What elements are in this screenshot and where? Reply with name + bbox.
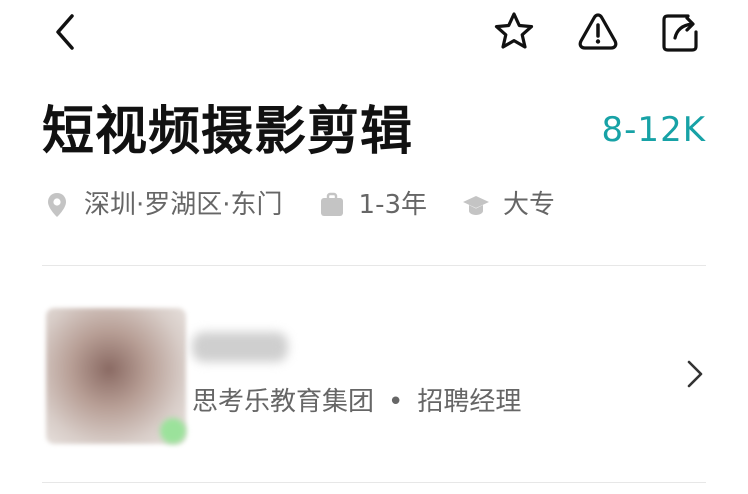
share-icon — [662, 14, 698, 52]
job-title: 短视频摄影剪辑 — [42, 102, 414, 162]
back-button[interactable] — [42, 8, 90, 56]
chevron-right-icon — [687, 360, 703, 388]
recruiter-company-line: 思考乐教育集团 • 招聘经理 — [192, 384, 521, 420]
salary-range: 8-12K — [601, 110, 706, 150]
top-nav — [0, 0, 748, 66]
meta-education: 大专 — [461, 182, 555, 228]
location-text: 深圳·罗湖区·东门 — [84, 190, 283, 220]
recruiter-name-blurred — [192, 332, 288, 362]
divider — [42, 265, 706, 266]
education-text: 大专 — [503, 190, 556, 220]
recruiter-role: 招聘经理 — [417, 387, 522, 417]
location-icon — [42, 190, 72, 220]
back-arrow-icon — [56, 14, 74, 50]
report-button[interactable] — [574, 8, 622, 56]
graduation-cap-icon — [461, 190, 491, 220]
meta-experience: 1-3年 — [317, 182, 427, 228]
favorite-button[interactable] — [490, 8, 538, 56]
job-detail-page: 短视频摄影剪辑 8-12K 深圳·罗湖区·东门 1-3年 大专 思考乐教育集团 • — [0, 0, 748, 494]
briefcase-icon — [317, 190, 347, 220]
star-icon — [494, 12, 534, 49]
share-button[interactable] — [656, 8, 704, 56]
recruiter-card[interactable]: 思考乐教育集团 • 招聘经理 — [42, 290, 706, 460]
meta-location: 深圳·罗湖区·东门 — [42, 182, 283, 228]
separator-dot: • — [388, 387, 404, 417]
company-name: 思考乐教育集团 — [192, 387, 375, 417]
experience-text: 1-3年 — [358, 190, 427, 220]
online-status-dot — [160, 418, 186, 444]
warning-icon — [578, 13, 618, 50]
divider — [42, 482, 706, 483]
job-meta-row: 深圳·罗湖区·东门 1-3年 大专 — [42, 182, 589, 228]
